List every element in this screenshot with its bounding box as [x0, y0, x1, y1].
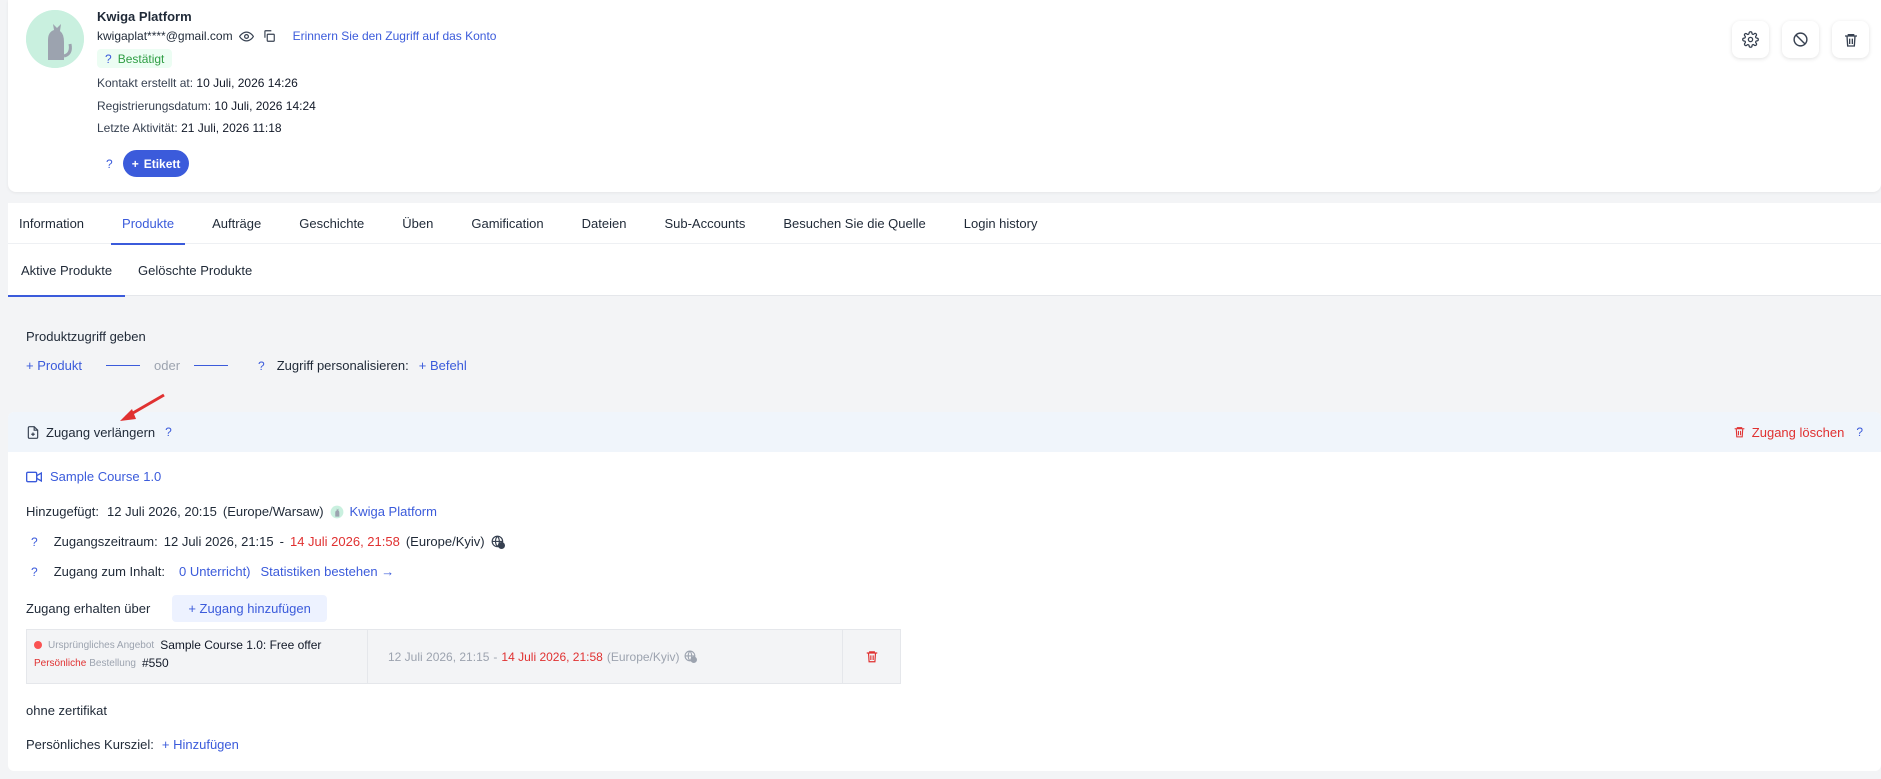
- personalize-label: Zugriff personalisieren:: [276, 358, 409, 373]
- lessons-count-link[interactable]: 0 Unterricht): [179, 564, 251, 579]
- tabs-area: Information Produkte Aufträge Geschichte…: [8, 203, 1881, 297]
- help-icon[interactable]: ?: [31, 535, 38, 549]
- grant-access-row: + Produkt oder ? Zugriff personalisieren…: [26, 358, 467, 373]
- user-icon: [330, 505, 343, 518]
- offer-delete-cell: [843, 630, 900, 683]
- tab-active-products[interactable]: Aktive Produkte: [8, 244, 126, 297]
- tab-dateien[interactable]: Dateien: [571, 203, 638, 244]
- offer-name-link[interactable]: Sample Course 1.0: Free offer: [160, 638, 321, 652]
- course-goal-row: Persönliches Kursziel: + Hinzufügen: [26, 737, 239, 752]
- period-start: 12 Juli 2026, 21:15: [163, 534, 274, 549]
- offer-tag: Ursprüngliches Angebot: [48, 639, 155, 651]
- grant-access-box: Produktzugriff geben + Produkt oder ? Zu…: [8, 312, 1881, 394]
- tab-information[interactable]: Information: [8, 203, 95, 244]
- offer-row: Ursprüngliches Angebot Sample Course 1.0…: [26, 629, 901, 684]
- certificate-label: ohne zertifikat: [26, 703, 107, 718]
- access-via-row: Zugang erhalten über + Zugang hinzufügen: [26, 595, 327, 622]
- tab-ueben[interactable]: Üben: [391, 203, 444, 244]
- content-access-row: ? Zugang zum Inhalt: 0 Unterricht) Stati…: [31, 564, 395, 579]
- contact-created: Kontakt erstellt at: 10 Juli, 2026 14:26: [97, 76, 298, 90]
- registration-date: Registrierungsdatum: 10 Juli, 2026 14:24: [97, 99, 316, 113]
- course-link[interactable]: Sample Course 1.0: [26, 469, 161, 484]
- eye-icon[interactable]: [239, 28, 255, 44]
- help-icon[interactable]: ?: [31, 565, 38, 579]
- tab-deleted-products[interactable]: Gelöschte Produkte: [125, 244, 265, 296]
- file-plus-icon: [27, 425, 39, 439]
- sub-tabs: Aktive Produkte Gelöschte Produkte: [8, 244, 1881, 297]
- tab-geschichte[interactable]: Geschichte: [288, 203, 375, 244]
- certificate-row: ohne zertifikat: [26, 703, 107, 718]
- tab-produkte[interactable]: Produkte: [111, 203, 186, 245]
- tab-sub-accounts[interactable]: Sub-Accounts: [653, 203, 756, 244]
- trash-icon: [1734, 427, 1745, 438]
- status-dot: [34, 641, 42, 649]
- gear-icon: [1742, 31, 1759, 48]
- tab-login-history[interactable]: Login history: [953, 203, 1049, 244]
- help-icon[interactable]: ?: [258, 359, 265, 373]
- offer-info-cell: Ursprüngliches Angebot Sample Course 1.0…: [27, 630, 368, 683]
- status-badge-label: Bestätigt: [117, 51, 165, 66]
- arrow-annotation: [120, 393, 165, 421]
- trash-icon: [1844, 33, 1857, 47]
- extend-access[interactable]: Zugang verlängern ?: [26, 425, 172, 440]
- last-activity: Letzte Aktivität: 21 Juli, 2026 11:18: [97, 121, 282, 135]
- help-icon[interactable]: ?: [106, 157, 113, 171]
- period-end: 14 Juli 2026, 21:58: [289, 534, 400, 549]
- video-icon: [26, 471, 42, 482]
- add-access-button[interactable]: + Zugang hinzufügen: [172, 595, 327, 622]
- added-by-link[interactable]: Kwiga Platform: [350, 504, 437, 519]
- access-period-row: ? Zugangszeitraum: 12 Juli 2026, 21:15 -…: [26, 534, 505, 549]
- added-row: Hinzugefügt: 12 Juli 2026, 20:15 (Europe…: [26, 504, 437, 519]
- divider: [106, 365, 141, 366]
- delete-contact-button[interactable]: [1832, 21, 1869, 58]
- profile-email: kwigaplat****@gmail.com: [97, 29, 233, 43]
- add-product-link[interactable]: + Produkt: [26, 358, 82, 373]
- help-icon[interactable]: ?: [1856, 425, 1863, 439]
- trash-icon[interactable]: [865, 649, 879, 664]
- plus-icon: +: [131, 156, 139, 171]
- order-number-link[interactable]: #550: [142, 656, 169, 670]
- globe-clock-icon: [684, 650, 697, 663]
- email-row: kwigaplat****@gmail.com Erinnern Sie den…: [97, 28, 496, 44]
- delete-access-label: Zugang löschen: [1751, 424, 1845, 440]
- avatar: [26, 10, 84, 68]
- settings-button[interactable]: [1732, 21, 1769, 58]
- tab-gamification[interactable]: Gamification: [460, 203, 554, 244]
- status-badge: ? Bestätigt: [97, 49, 173, 68]
- course-name: Sample Course 1.0: [50, 469, 162, 484]
- offer-period-cell: 12 Juli 2026, 21:15 - 14 Juli 2026, 21:5…: [368, 630, 843, 683]
- extend-access-label: Zugang verlängern: [46, 424, 156, 440]
- grant-access-title: Produktzugriff geben: [26, 329, 146, 344]
- product-header: Zugang verlängern ? Zugang löschen ?: [8, 412, 1881, 452]
- oder-label: oder: [154, 358, 181, 373]
- add-etikett-button[interactable]: + Etikett: [122, 150, 190, 177]
- help-icon[interactable]: ?: [165, 425, 172, 439]
- divider: [194, 365, 229, 366]
- copy-icon[interactable]: [261, 28, 277, 44]
- product-card: Zugang verlängern ? Zugang löschen ? Sam…: [8, 412, 1881, 771]
- ban-icon: [1793, 32, 1808, 47]
- delete-access[interactable]: Zugang löschen ?: [1733, 425, 1863, 440]
- top-actions: [1732, 21, 1869, 58]
- etikett-row: ? + Etikett: [106, 150, 190, 177]
- add-goal-link[interactable]: + Hinzufügen: [162, 737, 239, 752]
- stats-link[interactable]: Statistiken bestehen →: [261, 564, 395, 579]
- profile-name: Kwiga Platform: [97, 9, 192, 24]
- add-command-link[interactable]: + Befehl: [419, 358, 467, 373]
- remind-access-link[interactable]: Erinnern Sie den Zugriff auf das Konto: [293, 29, 497, 43]
- tab-source[interactable]: Besuchen Sie die Quelle: [772, 203, 936, 244]
- tab-auftraege[interactable]: Aufträge: [201, 203, 272, 244]
- help-icon[interactable]: ?: [105, 52, 112, 66]
- block-button[interactable]: [1782, 21, 1819, 58]
- globe-clock-icon: [491, 535, 505, 549]
- profile-card: Kwiga Platform kwigaplat****@gmail.com E…: [8, 0, 1881, 192]
- main-tabs: Information Produkte Aufträge Geschichte…: [8, 203, 1881, 245]
